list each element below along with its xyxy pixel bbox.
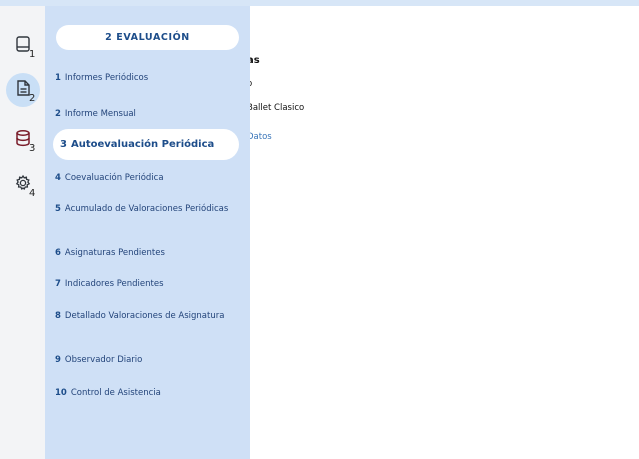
menu-item-control-asistencia[interactable]: 10 Control de Asistencia (55, 388, 239, 399)
menu-item-informes-periodicos[interactable]: 1 Informes Periódicos (55, 73, 239, 84)
menu-item-number: 5 (55, 204, 61, 214)
menu-header: 2 EVALUACIÓN (56, 25, 239, 50)
menu-item-label: Informe Mensual (64, 109, 136, 119)
menu-item-number: 2 (55, 109, 61, 119)
menu-item-label: Control de Asistencia (70, 388, 161, 398)
menu-item-number: 7 (55, 279, 61, 289)
menu-item-label: Indicadores Pendientes (64, 279, 164, 289)
bg-datos-link[interactable]: Datos (247, 132, 272, 142)
menu-item-label: Autoevaluación Periódica (70, 139, 215, 150)
menu-item-label: Informes Periódicos (64, 73, 149, 83)
rail-item-4-sub: 4 (29, 188, 36, 199)
menu-item-detallado-valoraciones[interactable]: 8 Detallado Valoraciones de Asignatura (55, 311, 225, 322)
rail-item-4[interactable]: 4 (6, 168, 40, 202)
menu-item-label: Asignaturas Pendientes (64, 248, 165, 258)
menu-item-number: 1 (55, 73, 61, 83)
menu-item-asignaturas-pendientes[interactable]: 6 Asignaturas Pendientes (55, 248, 239, 259)
menu-item-acumulado-valoraciones[interactable]: 5 Acumulado de Valoraciones Periódicas (55, 204, 233, 215)
menu-item-number: 4 (55, 173, 61, 183)
rail-item-1[interactable]: 1 (6, 29, 40, 63)
menu-item-indicadores-pendientes[interactable]: 7 Indicadores Pendientes (55, 279, 239, 290)
menu-item-label: Observador Diario (64, 355, 143, 365)
menu-item-number: 10 (55, 388, 67, 398)
menu-item-label: Acumulado de Valoraciones Periódicas (64, 204, 229, 214)
rail-item-3[interactable]: 3 (6, 123, 40, 157)
menu-item-number: 9 (55, 355, 61, 365)
menu-item-label: Detallado Valoraciones de Asignatura (64, 311, 225, 321)
evaluation-menu: 2 EVALUACIÓN 1 Informes Periódicos 2 Infor… (45, 6, 250, 459)
menu-item-label: Coevaluación Periódica (64, 173, 164, 183)
menu-item-autoevaluacion-periodica[interactable]: 3 Autoevaluación Periódica (53, 129, 239, 160)
rail-item-3-sub: 3 (29, 143, 36, 154)
menu-item-number: 8 (55, 311, 61, 321)
menu-item-coevaluacion-periodica[interactable]: 4 Coevaluación Periódica (55, 173, 239, 184)
bg-course-name: Ballet Clasico (247, 103, 305, 113)
menu-item-observador-diario[interactable]: 9 Observador Diario (55, 355, 239, 366)
menu-item-number: 6 (55, 248, 61, 258)
rail-item-2[interactable]: 2 (6, 73, 40, 107)
left-rail: 1 2 3 4 (0, 6, 45, 459)
rail-item-1-sub: 1 (29, 49, 36, 60)
rail-item-2-sub: 2 (29, 93, 36, 104)
menu-item-number: 3 (60, 139, 67, 150)
menu-item-informe-mensual[interactable]: 2 Informe Mensual (55, 109, 239, 120)
